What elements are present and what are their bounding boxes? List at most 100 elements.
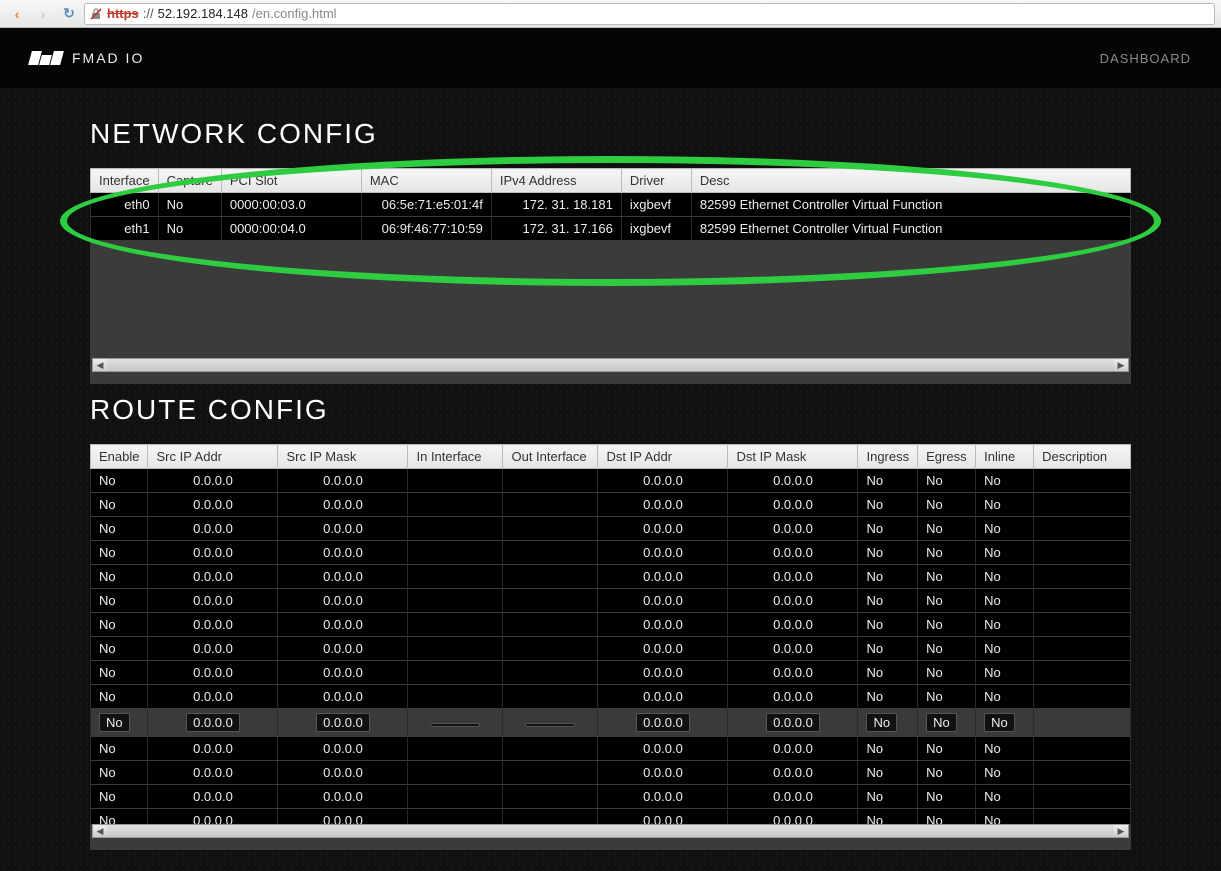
cell-inif[interactable] bbox=[408, 685, 503, 709]
route-row[interactable]: No0.0.0.00.0.0.00.0.0.00.0.0.0NoNoNo bbox=[91, 685, 1131, 709]
cell-egress[interactable]: No bbox=[918, 565, 976, 589]
cell-srcip[interactable]: 0.0.0.0 bbox=[148, 661, 278, 685]
cell-ingress[interactable]: No bbox=[858, 613, 918, 637]
cell-desc[interactable] bbox=[1034, 589, 1131, 613]
cell-desc[interactable] bbox=[1034, 565, 1131, 589]
cell-egress[interactable]: No bbox=[918, 785, 976, 809]
cell-dstip[interactable]: 0.0.0.0 bbox=[598, 541, 728, 565]
cell-desc[interactable] bbox=[1034, 637, 1131, 661]
reload-button[interactable]: ↻ bbox=[58, 4, 80, 24]
cell-outif[interactable] bbox=[503, 493, 598, 517]
cell-inif[interactable] bbox=[408, 493, 503, 517]
route-hscrollbar[interactable]: ◀ ▶ bbox=[92, 824, 1129, 838]
col-egress[interactable]: Egress bbox=[918, 445, 976, 469]
cell-enable[interactable]: No bbox=[91, 493, 148, 517]
cell-dstmask[interactable]: 0.0.0.0 bbox=[728, 493, 858, 517]
cell-egress[interactable]: No bbox=[918, 685, 976, 709]
cell-mac[interactable]: 06:5e:71:e5:01:4f bbox=[361, 193, 491, 217]
cell-dstmask[interactable]: 0.0.0.0 bbox=[728, 709, 858, 737]
cell-outif[interactable] bbox=[503, 517, 598, 541]
scroll-left-icon[interactable]: ◀ bbox=[93, 359, 107, 371]
cell-srcip[interactable]: 0.0.0.0 bbox=[148, 761, 278, 785]
cell-egress[interactable]: No bbox=[918, 709, 976, 737]
cell-srcmask[interactable]: 0.0.0.0 bbox=[278, 685, 408, 709]
cell-driver[interactable]: ixgbevf bbox=[621, 193, 691, 217]
cell-ingress[interactable]: No bbox=[858, 637, 918, 661]
route-row[interactable]: No0.0.0.00.0.0.00.0.0.00.0.0.0NoNoNo bbox=[91, 493, 1131, 517]
cell-egress[interactable]: No bbox=[918, 761, 976, 785]
cell-dstmask[interactable]: 0.0.0.0 bbox=[728, 761, 858, 785]
col-mac[interactable]: MAC bbox=[361, 169, 491, 193]
cell-ingress[interactable]: No bbox=[858, 565, 918, 589]
cell-dstip[interactable]: 0.0.0.0 bbox=[598, 565, 728, 589]
cell-outif[interactable] bbox=[503, 785, 598, 809]
cell-desc[interactable] bbox=[1034, 469, 1131, 493]
cell-inif[interactable] bbox=[408, 637, 503, 661]
cell-dstip[interactable]: 0.0.0.0 bbox=[598, 661, 728, 685]
cell-dstip[interactable]: 0.0.0.0 bbox=[598, 517, 728, 541]
cell-dstip[interactable]: 0.0.0.0 bbox=[598, 469, 728, 493]
cell-desc[interactable] bbox=[1034, 761, 1131, 785]
cell-inif[interactable] bbox=[408, 469, 503, 493]
cell-inline[interactable]: No bbox=[976, 661, 1034, 685]
cell-inif[interactable] bbox=[408, 785, 503, 809]
dashboard-link[interactable]: DASHBOARD bbox=[1100, 51, 1191, 66]
cell-desc[interactable] bbox=[1034, 613, 1131, 637]
cell-srcip[interactable]: 0.0.0.0 bbox=[148, 469, 278, 493]
cell-inif[interactable] bbox=[408, 589, 503, 613]
cell-inline[interactable]: No bbox=[976, 809, 1034, 825]
cell-srcip[interactable]: 0.0.0.0 bbox=[148, 565, 278, 589]
cell-outif[interactable] bbox=[503, 637, 598, 661]
cell-dstmask[interactable]: 0.0.0.0 bbox=[728, 637, 858, 661]
cell-dstmask[interactable]: 0.0.0.0 bbox=[728, 517, 858, 541]
cell-srcmask[interactable]: 0.0.0.0 bbox=[278, 637, 408, 661]
route-row[interactable]: No0.0.0.00.0.0.00.0.0.00.0.0.0NoNoNo bbox=[91, 613, 1131, 637]
cell-ingress[interactable]: No bbox=[858, 661, 918, 685]
cell-enable[interactable]: No bbox=[91, 761, 148, 785]
cell-outif[interactable] bbox=[503, 761, 598, 785]
cell-inline[interactable]: No bbox=[976, 517, 1034, 541]
cell-srcip[interactable]: 0.0.0.0 bbox=[148, 809, 278, 825]
cell-ingress[interactable]: No bbox=[858, 737, 918, 761]
cell-dstip[interactable]: 0.0.0.0 bbox=[598, 637, 728, 661]
cell-desc[interactable] bbox=[1034, 809, 1131, 825]
cell-desc[interactable] bbox=[1034, 737, 1131, 761]
network-row[interactable]: eth1No0000:00:04.006:9f:46:77:10:59172. … bbox=[91, 217, 1131, 241]
col-dstmask[interactable]: Dst IP Mask bbox=[728, 445, 858, 469]
route-row[interactable]: No0.0.0.00.0.0.00.0.0.00.0.0.0NoNoNo bbox=[91, 737, 1131, 761]
cell-outif[interactable] bbox=[503, 565, 598, 589]
cell-srcip[interactable]: 0.0.0.0 bbox=[148, 685, 278, 709]
cell-inline[interactable]: No bbox=[976, 493, 1034, 517]
cell-dstip[interactable]: 0.0.0.0 bbox=[598, 761, 728, 785]
cell-inif[interactable] bbox=[408, 565, 503, 589]
cell-enable[interactable]: No bbox=[91, 709, 148, 737]
col-desc[interactable]: Desc bbox=[691, 169, 1130, 193]
cell-iface[interactable]: eth1 bbox=[91, 217, 159, 241]
cell-inif[interactable] bbox=[408, 613, 503, 637]
col-ipv4[interactable]: IPv4 Address bbox=[491, 169, 621, 193]
cell-enable[interactable]: No bbox=[91, 613, 148, 637]
cell-srcip[interactable]: 0.0.0.0 bbox=[148, 589, 278, 613]
cell-mac[interactable]: 06:9f:46:77:10:59 bbox=[361, 217, 491, 241]
col-inline[interactable]: Inline bbox=[976, 445, 1034, 469]
cell-srcip[interactable]: 0.0.0.0 bbox=[148, 517, 278, 541]
cell-desc[interactable] bbox=[1034, 517, 1131, 541]
cell-inline[interactable]: No bbox=[976, 613, 1034, 637]
route-row[interactable]: No0.0.0.00.0.0.00.0.0.00.0.0.0NoNoNo bbox=[91, 589, 1131, 613]
cell-srcmask[interactable]: 0.0.0.0 bbox=[278, 589, 408, 613]
cell-srcmask[interactable]: 0.0.0.0 bbox=[278, 709, 408, 737]
cell-inif[interactable] bbox=[408, 809, 503, 825]
cell-inline[interactable]: No bbox=[976, 785, 1034, 809]
cell-srcmask[interactable]: 0.0.0.0 bbox=[278, 613, 408, 637]
cell-inif[interactable] bbox=[408, 661, 503, 685]
cell-desc[interactable] bbox=[1034, 493, 1131, 517]
cell-ingress[interactable]: No bbox=[858, 785, 918, 809]
cell-dstip[interactable]: 0.0.0.0 bbox=[598, 809, 728, 825]
cell-srcmask[interactable]: 0.0.0.0 bbox=[278, 493, 408, 517]
cell-desc[interactable] bbox=[1034, 709, 1131, 737]
col-interface[interactable]: Interface bbox=[91, 169, 159, 193]
col-srcmask[interactable]: Src IP Mask bbox=[278, 445, 408, 469]
cell-srcip[interactable]: 0.0.0.0 bbox=[148, 637, 278, 661]
cell-srcip[interactable]: 0.0.0.0 bbox=[148, 785, 278, 809]
cell-iface[interactable]: eth0 bbox=[91, 193, 159, 217]
